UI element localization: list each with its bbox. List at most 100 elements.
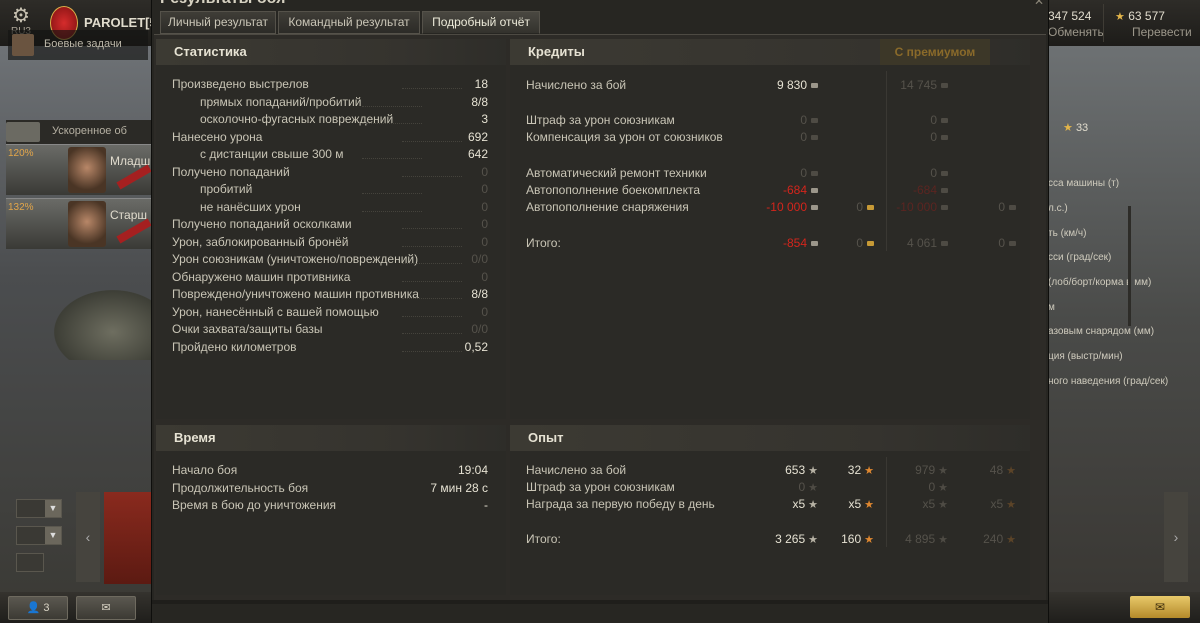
- credits-label: Автопополнение снаряжения: [526, 200, 689, 214]
- dotted-leader: [402, 333, 462, 334]
- credits-label: Итого:: [526, 236, 561, 250]
- credits-premium-text: -684: [912, 183, 937, 197]
- experience-value: x5 ★: [792, 496, 818, 514]
- credits-gold-value: 0: [856, 199, 874, 216]
- window-title: Результаты боя: [160, 0, 285, 8]
- time-value: -: [484, 498, 488, 512]
- stat-label: Повреждено/уничтожено машин противника: [172, 287, 419, 301]
- notifications-button[interactable]: ✉: [1130, 596, 1190, 618]
- experience-text: x5: [792, 497, 806, 511]
- free-experience-value: x5 ★: [848, 496, 874, 514]
- experience-star-icon: ★: [938, 499, 948, 511]
- gear-icon: ⚙: [12, 5, 30, 27]
- gold-icon: [1009, 241, 1016, 247]
- stat-row: не нанёсших урон 0: [172, 199, 492, 216]
- free-experience-star-icon: ★: [1006, 465, 1016, 477]
- boost-slot[interactable]: Ускоренное об: [6, 120, 152, 144]
- credits-label: Автоматический ремонт техники: [526, 166, 707, 180]
- column-divider: [886, 71, 887, 251]
- tab-team-result[interactable]: Командный результат: [278, 11, 420, 34]
- credit-icon: [941, 171, 948, 177]
- tank-param: л.с.): [1048, 203, 1068, 214]
- time-label: Время в бою до уничтожения: [172, 498, 337, 512]
- tank-param: азовым снарядом (мм): [1048, 326, 1155, 337]
- players-button[interactable]: 👤 3: [8, 596, 68, 620]
- tank-param: ного наведения (град/сек): [1048, 376, 1169, 387]
- stat-row: с дистанции свыше 300 м 642: [172, 146, 492, 163]
- dotted-leader: [402, 280, 462, 282]
- experience-panel: Опыт Начислено за бой 653 ★ 32 ★ 979 ★ 48 ★ Штраф…: [510, 425, 1030, 595]
- free-experience-star-icon: ★: [864, 499, 874, 511]
- battle-tasks-button[interactable]: Боевые задачи: [8, 30, 148, 60]
- gold-icon: [867, 241, 874, 247]
- stat-value: 0: [481, 164, 488, 179]
- gold-star-icon: ★: [1063, 122, 1073, 134]
- carousel-right-arrow[interactable]: ›: [1164, 492, 1188, 582]
- time-panel: Время Начало боя 19:04 Продолжительность б…: [156, 425, 506, 595]
- premium-free-experience-text: 240: [983, 532, 1004, 546]
- free-experience-text: 32: [847, 463, 862, 477]
- stat-value: 0: [481, 217, 488, 231]
- credits-base-text: -10 000: [766, 200, 807, 214]
- tank-param: сси (град/сек): [1048, 252, 1112, 263]
- dotted-leader: [402, 263, 462, 264]
- time-label: Продолжительность боя: [172, 480, 309, 495]
- credits-premium-gold-value: 0: [998, 235, 1016, 252]
- crew-portrait: [68, 201, 106, 247]
- time-row: Начало боя 19:04: [172, 462, 492, 479]
- exchange-link[interactable]: Обменять: [1048, 25, 1104, 39]
- credits-premium-gold-text: 0: [998, 200, 1005, 214]
- transfer-link[interactable]: Перевести: [1112, 25, 1192, 39]
- credits-base-value: -684: [783, 182, 818, 199]
- credits-gold-value: 0: [856, 235, 874, 252]
- stat-row: Получено попаданий осколками 0: [172, 216, 492, 233]
- lamp-post: [1128, 206, 1149, 326]
- stat-label: Нанесено урона: [172, 129, 263, 144]
- experience-label: Награда за первую победу в день: [526, 497, 715, 511]
- filter-toggle[interactable]: [16, 553, 44, 572]
- nation-filter[interactable]: ▼: [16, 499, 62, 518]
- report-content: Статистика Произведено выстрелов 18 прямых…: [154, 34, 1046, 601]
- carousel-left-arrow[interactable]: ‹: [76, 492, 100, 582]
- credits-label: Штраф за урон союзникам: [526, 113, 675, 127]
- close-icon[interactable]: ✕: [1034, 0, 1044, 8]
- stat-label: с дистанции свыше 300 м: [200, 147, 344, 161]
- messages-button[interactable]: ✉: [76, 596, 136, 620]
- credit-icon: [811, 241, 818, 247]
- credit-icon: [941, 205, 948, 211]
- tank-card[interactable]: [104, 492, 152, 584]
- statistics-panel: Статистика Произведено выстрелов 18 прямых…: [156, 39, 506, 419]
- tasks-label: Боевые задачи: [44, 38, 122, 50]
- free-experience-star-icon: ★: [1006, 499, 1016, 511]
- stat-label: Урон союзникам (уничтожено/повреждений): [172, 252, 419, 266]
- credits-premium-value: -10 000: [896, 199, 948, 216]
- experience-label: Начислено за бой: [526, 463, 627, 477]
- tank-param: ть (км/ч): [1048, 228, 1087, 239]
- type-filter[interactable]: ▼: [16, 526, 62, 545]
- free-experience-star-icon: ★: [864, 534, 874, 546]
- experience-text: 3 265: [775, 532, 806, 546]
- dotted-leader: [362, 123, 422, 124]
- credits-row: Компенсация за урон от союзников 0 0: [526, 129, 1026, 146]
- stat-value: 0,52: [464, 339, 488, 354]
- premium-experience-value: 0 ★: [928, 479, 948, 497]
- credit-icon: [811, 118, 818, 124]
- tab-personal-result[interactable]: Личный результат: [160, 11, 276, 34]
- stat-value: 8/8: [471, 94, 488, 109]
- credits-premium-text: 0: [930, 130, 937, 144]
- credits-base-text: 0: [800, 113, 807, 127]
- crew-rank: Старш: [110, 208, 148, 222]
- stat-value: 0: [481, 234, 488, 249]
- dropdown-arrow-icon: ▼: [45, 500, 61, 517]
- tasks-icon: [12, 34, 34, 56]
- premium-experience-text: 4 895: [905, 532, 936, 546]
- credits-label: Компенсация за урон от союзников: [526, 130, 723, 144]
- experience-value: 0 ★: [798, 479, 818, 497]
- free-experience-text: x5: [848, 497, 862, 511]
- equipment-button[interactable]: [6, 122, 40, 142]
- credit-icon: [811, 188, 818, 194]
- premium-experience-text: x5: [922, 497, 936, 511]
- crew-member[interactable]: 120% Младш: [6, 144, 152, 195]
- tab-detailed-report[interactable]: Подробный отчёт: [422, 11, 540, 34]
- crew-member[interactable]: 132% Старш: [6, 198, 152, 249]
